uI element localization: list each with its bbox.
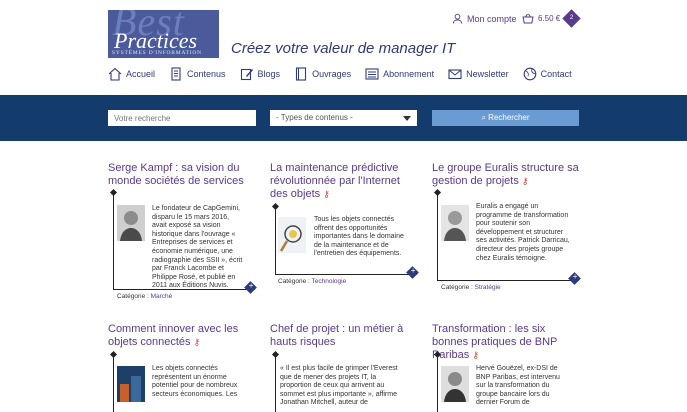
frame-dot: [109, 188, 118, 197]
content-type-value: - Types de contenus -: [276, 113, 353, 122]
article-thumbnail[interactable]: [441, 205, 469, 241]
nav-label: Contact: [540, 69, 572, 79]
frame-dot: [271, 350, 280, 359]
nav-label: Abonnement: [383, 69, 435, 79]
nav-label: Ouvrages: [312, 69, 352, 79]
frame-dot: [433, 188, 442, 197]
search-input[interactable]: [108, 110, 256, 126]
basket-icon: [522, 13, 534, 24]
article-category: Catégorie : Technologie: [278, 278, 346, 285]
cart-amount: 6.50 €: [538, 14, 561, 23]
main-nav: Accueil Contenus Blogs Ouvrages Abonneme…: [108, 67, 586, 81]
edit-icon: [240, 68, 253, 81]
site-header: Best Practices SYSTÈMES D'INFORMATION Cr…: [0, 0, 687, 95]
article-thumbnail[interactable]: [441, 366, 469, 402]
frame-dot: [109, 350, 118, 359]
nav-item-blogs[interactable]: Blogs: [240, 67, 281, 81]
article-title[interactable]: Comment innover avec les objets connecté…: [108, 323, 258, 349]
article-excerpt: Euralis a engagé un programme de transfo…: [476, 203, 570, 262]
nav-item-contenus[interactable]: Contenus: [169, 67, 226, 81]
article-card[interactable]: Le groupe Euralis structure sa gestion d…: [432, 162, 582, 188]
key-icon: ⚷: [193, 337, 201, 347]
nav-item-ouvrages[interactable]: Ouvrages: [294, 67, 351, 81]
article-card[interactable]: La maintenance prédictive révolutionnée …: [270, 162, 420, 201]
search-icon: ⌕: [481, 113, 486, 122]
category-link[interactable]: Marché: [151, 293, 173, 300]
article-title[interactable]: Le groupe Euralis structure sa gestion d…: [432, 162, 582, 188]
frame-dot: [271, 202, 280, 211]
article-title-text: Le groupe Euralis structure sa gestion d…: [432, 162, 579, 187]
article-excerpt: Tous les objets connectés offrent des op…: [314, 216, 404, 258]
key-icon: ⚷: [521, 176, 529, 186]
logo-subtitle: SYSTÈMES D'INFORMATION: [112, 50, 202, 56]
article-category: Catégorie : Stratégie: [441, 284, 501, 291]
article-title-text: La maintenance prédictive révolutionnée …: [270, 162, 400, 200]
category-label: Catégorie :: [441, 284, 473, 291]
cart-count: 2: [569, 15, 574, 21]
article-excerpt: Hervé Gouëzel, ex-DSI de BNP Paribas, es…: [476, 365, 560, 407]
nav-label: Newsletter: [466, 69, 509, 79]
nav-label: Accueil: [126, 69, 156, 79]
nav-item-contact[interactable]: Contact: [523, 67, 572, 81]
nav-item-accueil[interactable]: Accueil: [108, 67, 155, 81]
article-title[interactable]: Chef de projet : un métier à hauts risqu…: [270, 323, 420, 349]
article-thumbnail[interactable]: [117, 205, 145, 241]
article-card[interactable]: Comment innover avec les objets connecté…: [108, 323, 258, 349]
cart-link[interactable]: 6.50 €: [522, 13, 560, 24]
article-title-text: Comment innover avec les objets connecté…: [108, 323, 239, 348]
site-logo[interactable]: Best Practices SYSTÈMES D'INFORMATION: [108, 10, 219, 58]
nav-item-newsletter[interactable]: Newsletter: [448, 67, 509, 81]
search-button-label: Rechercher: [488, 113, 530, 122]
account-label: Mon compte: [467, 13, 517, 24]
book-icon: [296, 67, 307, 81]
article-thumbnail[interactable]: [278, 217, 306, 253]
globe-icon: [523, 67, 537, 81]
newspaper-icon: [365, 68, 379, 80]
article-title[interactable]: Serge Kampf : sa vision du monde société…: [108, 162, 258, 188]
content-type-select[interactable]: - Types de contenus -: [270, 110, 417, 126]
article-excerpt: Le fondateur de CapGemini, disparu le 15…: [152, 205, 243, 290]
search-button[interactable]: ⌕ Rechercher: [432, 110, 579, 126]
category-link[interactable]: Stratégie: [475, 284, 501, 291]
nav-label: Blogs: [257, 69, 281, 79]
article-category: Catégorie : Marché: [117, 293, 172, 300]
article-title[interactable]: La maintenance prédictive révolutionnée …: [270, 162, 420, 201]
envelope-icon: [448, 69, 462, 80]
article-thumbnail[interactable]: [117, 366, 145, 402]
document-icon: [171, 67, 181, 81]
chevron-down-icon: [403, 116, 411, 121]
cart-count-badge[interactable]: 2: [562, 9, 581, 28]
category-label: Catégorie :: [278, 278, 310, 285]
category-link[interactable]: Technologie: [312, 278, 347, 285]
category-label: Catégorie :: [117, 293, 149, 300]
account-link[interactable]: Mon compte: [452, 13, 517, 24]
article-card[interactable]: Serge Kampf : sa vision du monde société…: [108, 162, 258, 188]
article-excerpt: « Il est plus facile de grimper l'Everes…: [280, 365, 398, 407]
home-icon: [108, 67, 122, 81]
nav-label: Contenus: [187, 69, 226, 79]
article-card[interactable]: Chef de projet : un métier à hauts risqu…: [270, 323, 420, 349]
user-icon: [452, 13, 463, 24]
site-tagline: Créez votre valeur de manager IT: [231, 40, 456, 57]
nav-item-abonnement[interactable]: Abonnement: [365, 67, 434, 81]
article-excerpt: Les objets connectés représentent un éno…: [152, 365, 238, 398]
key-icon: ⚷: [323, 189, 330, 199]
